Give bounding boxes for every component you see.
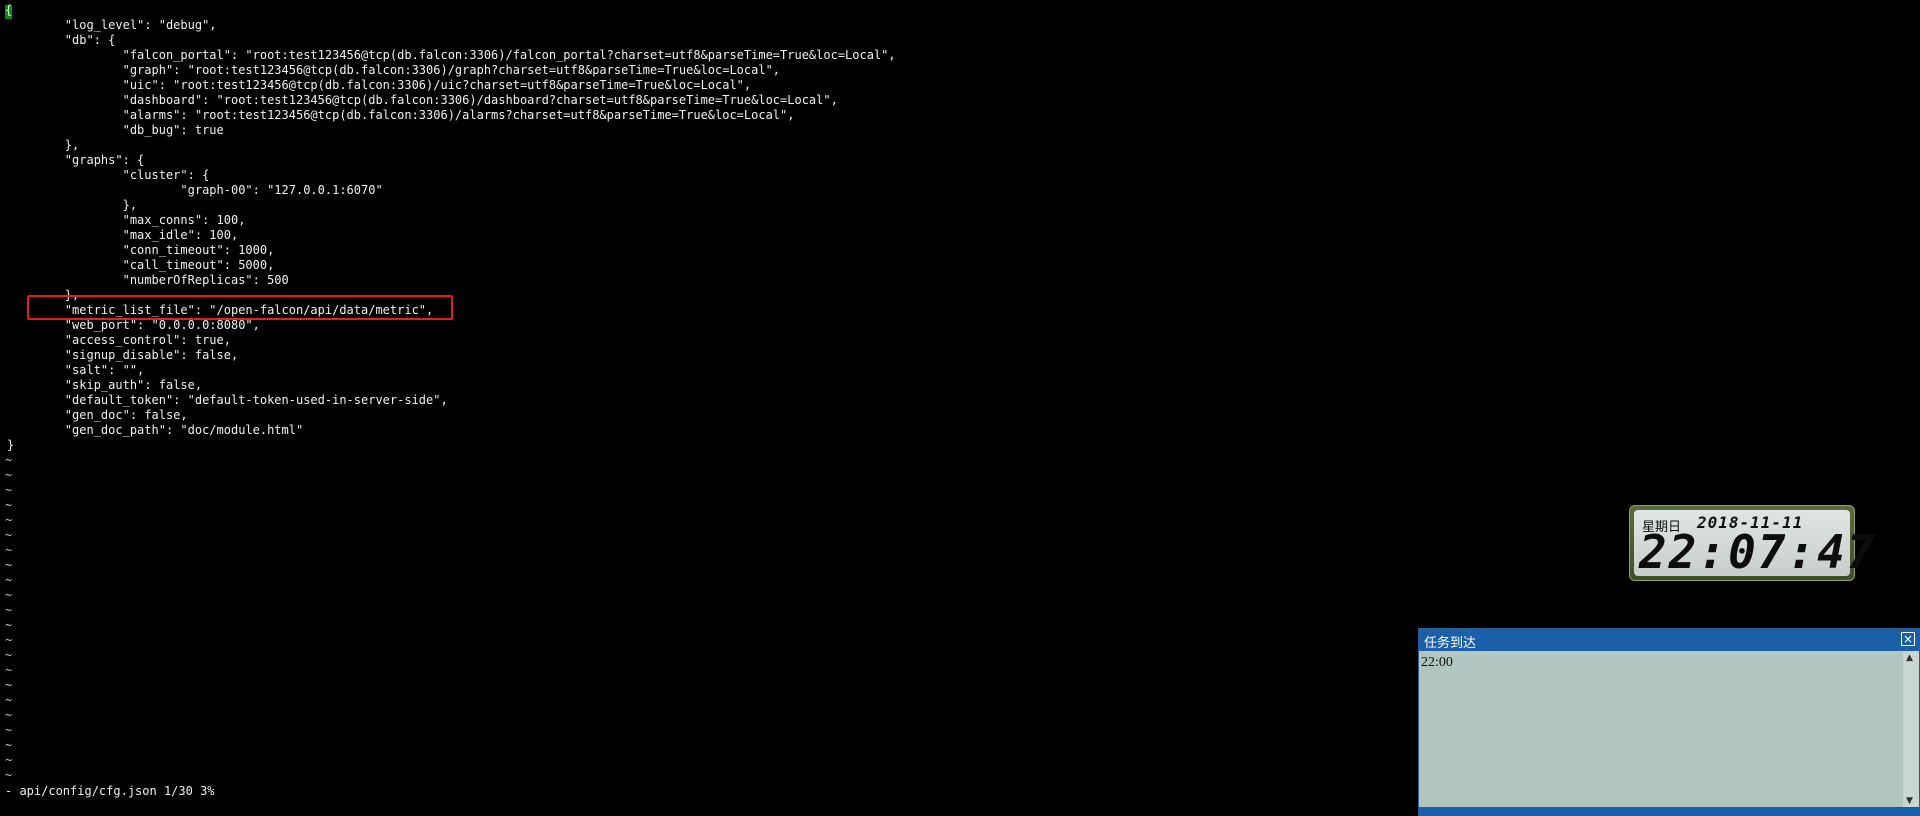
tilde-marker: ~ [5, 618, 13, 632]
tilde-marker: ~ [5, 498, 13, 512]
code-line: "cluster": { [7, 168, 210, 182]
code-line: "salt": "", [7, 363, 145, 377]
editor-code[interactable]: "log_level": "debug", "db": { "falcon_po… [7, 18, 896, 453]
tilde-marker: ~ [5, 483, 13, 497]
code-line: "db_bug": true [7, 123, 224, 137]
tilde-marker: ~ [5, 558, 13, 572]
code-line: "db": { [7, 33, 116, 47]
status-line: - api/config/cfg.json 1/30 3% [5, 784, 215, 798]
clock-face: 星期日 2018-11-11 22:07:47 [1634, 510, 1875, 577]
tilde-marker: ~ [5, 528, 13, 542]
tilde-marker: ~ [5, 723, 13, 737]
task-notification-popup[interactable]: 任务到达 × 22:00 ▲ ▼ [1418, 628, 1920, 816]
tilde-marker: ~ [5, 573, 13, 587]
tilde-marker: ~ [5, 648, 13, 662]
code-line: "conn_timeout": 1000, [7, 243, 275, 257]
scroll-up-icon[interactable]: ▲ [1906, 653, 1913, 663]
tilde-marker: ~ [5, 663, 13, 677]
popup-titlebar[interactable]: 任务到达 × [1419, 629, 1919, 651]
tilde-marker: ~ [5, 543, 13, 557]
tilde-marker: ~ [5, 633, 13, 647]
close-icon[interactable]: × [1901, 632, 1915, 646]
code-line: "graph": "root:test123456@tcp(db.falcon:… [7, 63, 781, 77]
code-line: "log_level": "debug", [7, 18, 217, 32]
code-line: } [7, 438, 15, 452]
code-line: "max_idle": 100, [7, 228, 239, 242]
code-line: "call_timeout": 5000, [7, 258, 275, 272]
scroll-down-icon[interactable]: ▼ [1906, 796, 1913, 806]
code-line: "falcon_portal": "root:test123456@tcp(db… [7, 48, 896, 62]
clock-widget[interactable]: 星期日 2018-11-11 22:07:47 [1629, 505, 1875, 581]
tilde-marker: ~ [5, 708, 13, 722]
code-line: "dashboard": "root:test123456@tcp(db.fal… [7, 93, 838, 107]
code-line: "web_port": "0.0.0.0:8080", [7, 318, 260, 332]
clock-time: 22:07:47 [1639, 525, 1877, 579]
code-line: }, [7, 138, 80, 152]
code-line: "skip_auth": false, [7, 378, 203, 392]
tilde-marker: ~ [5, 678, 13, 692]
code-line: "numberOfReplicas": 500 [7, 273, 289, 287]
code-line: "default_token": "default-token-used-in-… [7, 393, 448, 407]
code-line: "access_control": true, [7, 333, 231, 347]
tilde-marker: ~ [5, 693, 13, 707]
popup-scrollbar[interactable]: ▲ ▼ [1903, 651, 1919, 807]
code-line: "graphs": { [7, 153, 145, 167]
popup-bottom-bar [1419, 807, 1919, 815]
code-line: "max_conns": 100, [7, 213, 246, 227]
highlight-box [27, 295, 453, 320]
tilde-marker: ~ [5, 453, 13, 467]
tilde-marker: ~ [5, 738, 13, 752]
code-line: }, [7, 198, 138, 212]
tilde-marker: ~ [5, 753, 13, 767]
tilde-marker: ~ [5, 588, 13, 602]
code-line: "gen_doc": false, [7, 408, 188, 422]
code-line: "gen_doc_path": "doc/module.html" [7, 423, 304, 437]
tilde-marker: ~ [5, 768, 13, 782]
empty-line-markers: ~ ~ ~ ~ ~ ~ ~ ~ ~ ~ ~ ~ ~ ~ ~ ~ ~ ~ ~ ~ ~ ~ [5, 453, 12, 783]
tilde-marker: ~ [5, 603, 13, 617]
code-line: "signup_disable": false, [7, 348, 239, 362]
code-line: "graph-00": "127.0.0.1:6070" [7, 183, 383, 197]
popup-message: 22:00 [1421, 655, 1453, 670]
code-line: "uic": "root:test123456@tcp(db.falcon:33… [7, 78, 752, 92]
cursor-char: { [5, 3, 13, 17]
tilde-marker: ~ [5, 468, 13, 482]
popup-title: 任务到达 [1424, 636, 1477, 651]
tilde-marker: ~ [5, 513, 13, 527]
code-line: "alarms": "root:test123456@tcp(db.falcon… [7, 108, 795, 122]
